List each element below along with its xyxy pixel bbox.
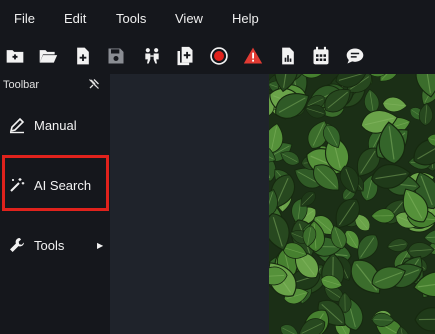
- record-icon[interactable]: [207, 44, 231, 68]
- menu-help[interactable]: Help: [232, 11, 259, 26]
- people-icon[interactable]: [140, 44, 164, 68]
- sidebar-item-manual[interactable]: Manual: [0, 100, 110, 150]
- new-folder-icon[interactable]: [3, 44, 27, 68]
- selection-highlight: [2, 155, 109, 211]
- pencil-icon: [8, 116, 26, 134]
- report-icon[interactable]: [276, 44, 300, 68]
- warning-icon[interactable]: [241, 44, 265, 68]
- chat-icon[interactable]: [343, 44, 367, 68]
- ivy-leaves-image: [269, 74, 435, 334]
- wrench-icon: [8, 236, 26, 254]
- menu-bar: File Edit Tools View Help: [0, 0, 435, 38]
- menu-file[interactable]: File: [14, 11, 35, 26]
- save-icon[interactable]: [104, 44, 128, 68]
- menu-edit[interactable]: Edit: [64, 11, 86, 26]
- pin-off-icon[interactable]: [88, 77, 100, 89]
- icon-toolbar: [0, 38, 435, 74]
- menu-view[interactable]: View: [175, 11, 203, 26]
- sidebar-title: Toolbar: [3, 79, 40, 91]
- open-folder-icon[interactable]: [36, 44, 60, 68]
- new-file-icon[interactable]: [71, 44, 95, 68]
- calendar-icon[interactable]: [309, 44, 333, 68]
- sidebar-item-label: Tools: [34, 237, 65, 253]
- chevron-right-icon: ▶: [97, 240, 104, 250]
- copy-add-icon[interactable]: [173, 44, 197, 68]
- sidebar-item-label: Manual: [34, 117, 77, 133]
- content-panel: [110, 74, 269, 334]
- sidebar-item-tools[interactable]: Tools ▶: [0, 220, 110, 270]
- menu-tools[interactable]: Tools: [116, 11, 146, 26]
